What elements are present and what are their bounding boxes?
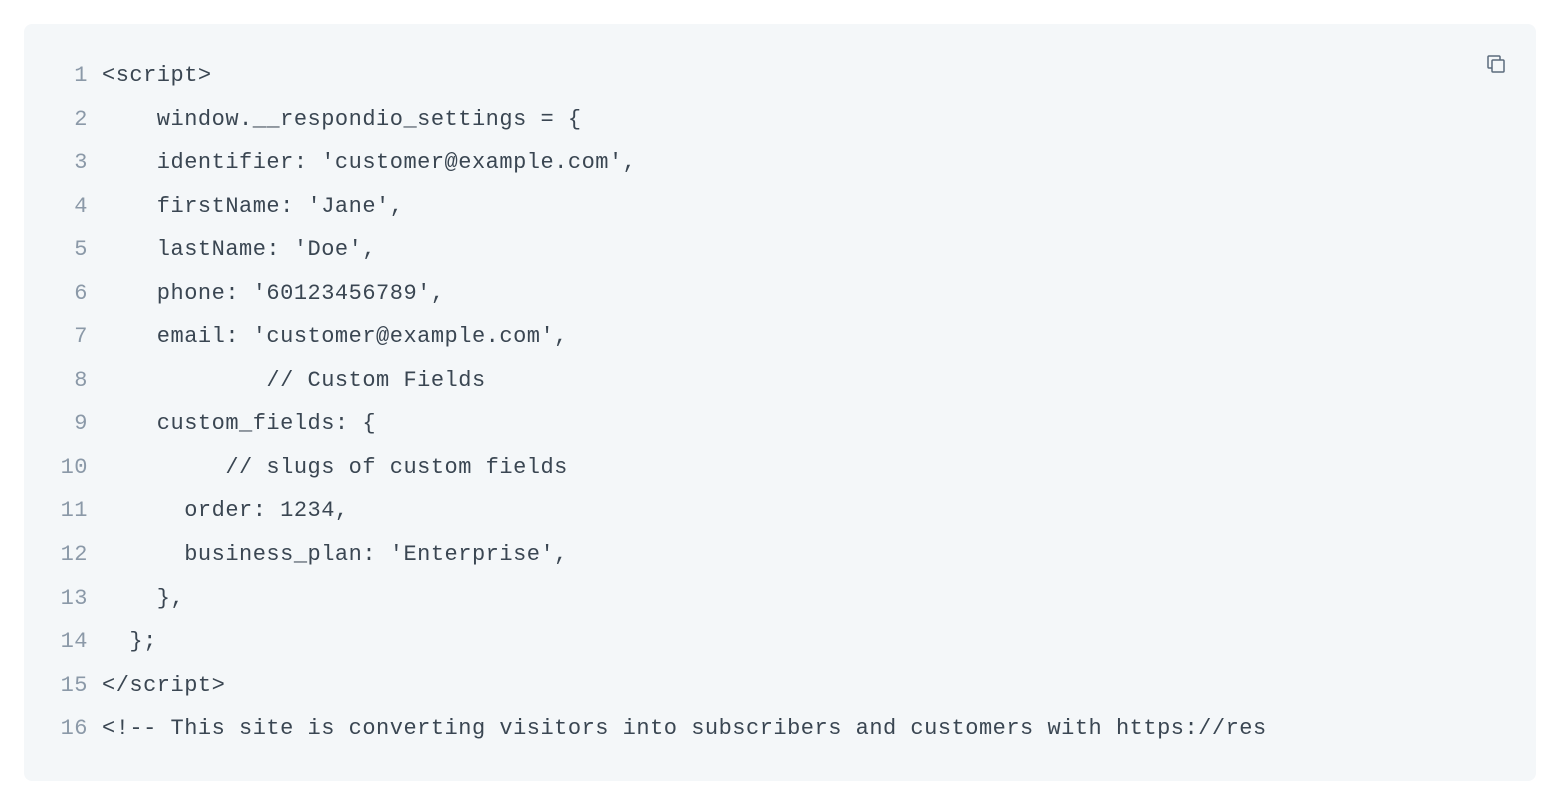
line-number: 8 [44, 359, 88, 403]
code-line: 9 custom_fields: { [44, 402, 1516, 446]
line-content: <!-- This site is converting visitors in… [102, 707, 1267, 751]
code-line: 3 identifier: 'customer@example.com', [44, 141, 1516, 185]
code-line: 5 lastName: 'Doe', [44, 228, 1516, 272]
line-content: <script> [102, 54, 212, 98]
code-block: 1<script>2 window.__respondio_settings =… [44, 54, 1516, 751]
line-content: }; [102, 620, 157, 664]
code-line: 4 firstName: 'Jane', [44, 185, 1516, 229]
line-content: order: 1234, [102, 489, 349, 533]
code-line: 14 }; [44, 620, 1516, 664]
line-number: 4 [44, 185, 88, 229]
code-line: 11 order: 1234, [44, 489, 1516, 533]
line-number: 11 [44, 489, 88, 533]
line-number: 1 [44, 54, 88, 98]
line-number: 6 [44, 272, 88, 316]
line-content: // slugs of custom fields [102, 446, 568, 490]
line-number: 3 [44, 141, 88, 185]
line-content: phone: '60123456789', [102, 272, 445, 316]
line-number: 7 [44, 315, 88, 359]
line-number: 12 [44, 533, 88, 577]
copy-icon [1484, 52, 1508, 80]
line-content: // Custom Fields [102, 359, 486, 403]
code-line: 15 </script> [44, 664, 1516, 708]
line-content: </script> [102, 664, 225, 708]
code-line: 1 <script> [44, 54, 1516, 98]
line-content: identifier: 'customer@example.com', [102, 141, 636, 185]
line-content: custom_fields: { [102, 402, 376, 446]
line-content: email: 'customer@example.com', [102, 315, 568, 359]
line-number: 2 [44, 98, 88, 142]
code-block-container: 1<script>2 window.__respondio_settings =… [24, 24, 1536, 781]
code-line: 7 email: 'customer@example.com', [44, 315, 1516, 359]
line-number: 13 [44, 577, 88, 621]
line-number: 14 [44, 620, 88, 664]
code-line: 2 window.__respondio_settings = { [44, 98, 1516, 142]
code-line: 6 phone: '60123456789', [44, 272, 1516, 316]
line-number: 5 [44, 228, 88, 272]
line-number: 16 [44, 707, 88, 751]
line-number: 9 [44, 402, 88, 446]
code-line: 10 // slugs of custom fields [44, 446, 1516, 490]
code-line: 12 business_plan: 'Enterprise', [44, 533, 1516, 577]
line-content: business_plan: 'Enterprise', [102, 533, 568, 577]
code-line: 16 <!-- This site is converting visitors … [44, 707, 1516, 751]
line-content: lastName: 'Doe', [102, 228, 376, 272]
line-number: 10 [44, 446, 88, 490]
code-line: 13 }, [44, 577, 1516, 621]
line-number: 15 [44, 664, 88, 708]
line-content: window.__respondio_settings = { [102, 98, 582, 142]
code-line: 8 // Custom Fields [44, 359, 1516, 403]
copy-button[interactable] [1484, 52, 1508, 80]
line-content: }, [102, 577, 184, 621]
line-content: firstName: 'Jane', [102, 185, 403, 229]
